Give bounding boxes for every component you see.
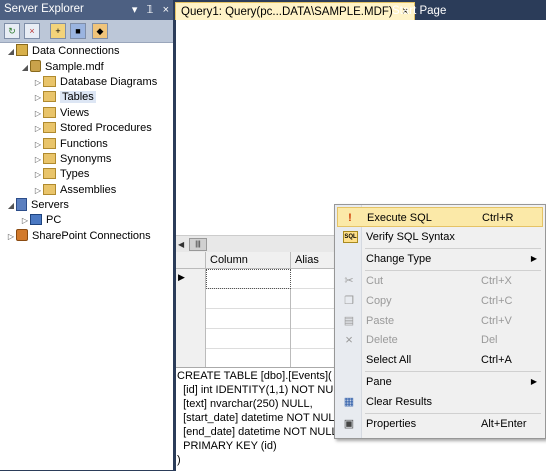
sql-icon: SQL [343,231,358,243]
tree-node-views[interactable]: ▷ Views [33,105,89,121]
scissors-icon: ✂ [344,275,354,287]
collapse-icon[interactable]: ◢ [6,198,16,214]
column-cell[interactable] [206,269,291,289]
row-header [176,289,206,309]
column-cell[interactable] [206,309,291,329]
stop-icon[interactable]: × [24,23,40,39]
menu-item-copy[interactable]: ❐ Copy Ctrl+C [337,291,543,311]
tree-node-database-diagrams[interactable]: ▷ Database Diagrams [33,74,157,90]
document-tabs: Query1: Query(pc...DATA\SAMPLE.MDF) × St… [173,0,546,21]
grid-corner [176,252,206,269]
row-header [176,309,206,329]
folder-icon [43,183,56,195]
tree-node-pc[interactable]: ▷ PC [20,212,61,228]
delete-icon: × [345,332,353,347]
data-connections-icon [16,44,28,57]
computer-icon [30,213,42,225]
tree-node-synonyms[interactable]: ▷ Synonyms [33,151,111,167]
tab-query1[interactable]: Query1: Query(pc...DATA\SAMPLE.MDF) × [175,2,415,21]
menu-item-change-type[interactable]: Change Type ▶ [337,249,543,269]
tree-node-functions[interactable]: ▷ Functions [33,136,108,152]
menu-item-pane[interactable]: Pane ▶ [337,372,543,392]
folder-icon [43,137,56,149]
connect-server-icon[interactable]: ■ [70,23,86,39]
tree-node-servers[interactable]: ◢ Servers [6,197,69,213]
properties-icon: ▣ [343,418,355,430]
tree-node-sample-mdf[interactable]: ◢ Sample.mdf [20,59,104,75]
refresh-icon[interactable]: ↻ [4,23,20,39]
tree-node-stored-procedures[interactable]: ▷ Stored Procedures [33,120,152,136]
expand-icon[interactable]: ▷ [33,167,43,183]
column-cell[interactable] [206,349,291,369]
close-icon[interactable]: × [163,4,169,16]
menu-item-execute-sql[interactable]: ! Execute SQL Ctrl+R [337,207,543,227]
menu-item-cut[interactable]: ✂ Cut Ctrl+X [337,271,543,291]
tree-node-assemblies[interactable]: ▷ Assemblies [33,182,116,198]
sql-line: [text] nvarchar(250) NULL, [177,398,313,410]
clear-results-icon: ▦ [343,396,355,408]
row-header [176,329,206,349]
folder-icon [43,152,56,164]
menu-item-paste[interactable]: ▤ Paste Ctrl+V [337,311,543,331]
menu-item-select-all[interactable]: Select All Ctrl+A [337,350,543,370]
server-explorer-panel: Server Explorer ▾ 𝟙 × ↻ × + ■ ◆ ◢ Data Co… [0,0,173,470]
diagram-pane[interactable] [173,20,546,235]
column-header[interactable]: Column [206,252,291,269]
scroll-left-icon[interactable]: ◀ [178,240,184,249]
expand-icon[interactable]: ▷ [33,90,43,106]
row-header: ▶ [176,269,206,289]
tree-node-types[interactable]: ▷ Types [33,166,89,182]
menu-item-delete[interactable]: × Delete Del [337,330,543,350]
sql-line: CREATE TABLE [dbo].[Events]( [177,370,332,382]
submenu-arrow-icon: ▶ [530,377,537,386]
sql-line: [id] int IDENTITY(1,1) NOT NULL, [177,384,349,396]
execute-icon: ! [348,212,352,224]
scroll-thumb[interactable]: ||| [189,238,207,251]
server-explorer-toolbar: ↻ × + ■ ◆ [0,20,173,43]
connect-db-icon[interactable]: + [50,23,66,39]
folder-icon [43,90,56,102]
tab-start-page[interactable]: Start Page [387,2,451,20]
sharepoint-connections-icon [16,229,28,242]
tree-node-sharepoint[interactable]: ▷ SharePoint Connections [6,228,151,244]
copy-icon: ❐ [344,295,354,307]
expand-icon[interactable]: ▷ [33,121,43,137]
collapse-icon[interactable]: ◢ [6,44,16,60]
expand-icon[interactable]: ▷ [20,213,30,229]
current-row-icon: ▶ [178,272,185,282]
servers-icon [16,197,27,211]
folder-icon [43,167,56,179]
submenu-arrow-icon: ▶ [530,254,537,263]
server-explorer-title: Server Explorer [4,3,84,15]
pin-icon[interactable]: 𝟙 [147,4,154,16]
tree-node-tables[interactable]: ▷ Tables [33,89,96,105]
sql-line: PRIMARY KEY (id) [177,440,277,452]
collapse-icon[interactable]: ◢ [20,60,30,76]
context-menu: ! Execute SQL Ctrl+R SQL Verify SQL Synt… [334,204,546,439]
column-cell[interactable] [206,289,291,309]
row-header [176,349,206,369]
database-icon [30,60,41,73]
expand-icon[interactable]: ▷ [6,229,16,245]
folder-icon [43,121,56,133]
column-cell[interactable] [206,329,291,349]
folder-icon [43,106,56,118]
sql-line: [start_date] datetime NOT NULL, [177,412,344,424]
menu-item-verify-sql[interactable]: SQL Verify SQL Syntax [337,227,543,247]
server-explorer-title-bar: Server Explorer ▾ 𝟙 × [0,0,173,20]
sharepoint-icon[interactable]: ◆ [92,23,108,39]
folder-icon [43,75,56,87]
menu-item-properties[interactable]: ▣ Properties Alt+Enter [337,414,543,434]
paste-icon: ▤ [343,315,355,327]
menu-item-clear-results[interactable]: ▦ Clear Results [337,392,543,412]
tree-node-data-connections[interactable]: ◢ Data Connections [6,43,119,59]
sql-line: ) [177,454,181,466]
dropdown-icon[interactable]: ▾ [132,4,138,16]
sql-line: [end_date] datetime NOT NULL, [177,426,341,438]
